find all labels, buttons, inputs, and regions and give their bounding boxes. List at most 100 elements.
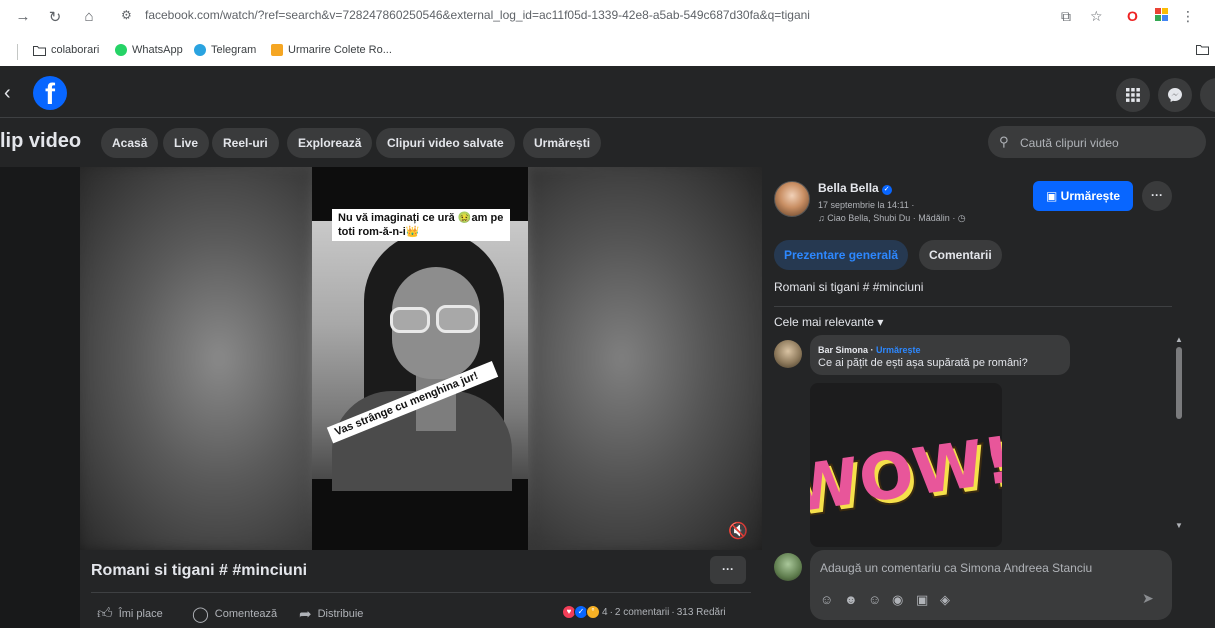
video-area: Nu vă imaginați ce ură 🤢am pe toti rom-ă… [0,167,762,550]
menu-icon[interactable]: ⋮ [1181,8,1195,25]
video-stats: ♥ ✓ ° 4 · 2 comentarii · 313 Redări [562,605,726,619]
comments-count[interactable]: 2 comentarii [615,607,669,618]
follow-button[interactable]: ▣ Urmărește [1033,181,1133,211]
forward-icon[interactable]: → [14,8,32,25]
nav-pill-acasa[interactable]: Acasă [101,128,159,158]
comments-scrollbar[interactable]: ▲ ▼ [1172,335,1186,531]
like-button[interactable]: 👍︎ Îmi place [97,605,163,623]
avatar-sticker-icon[interactable]: ☺ [820,592,833,607]
video-frame-image [312,221,528,491]
video-more-button[interactable]: ··· [710,556,746,584]
gif-caption: WOW! [810,423,1002,528]
messenger-icon[interactable] [1158,78,1192,112]
comment-composer[interactable]: ☺ ☻ ☺ ◉ ▣ ◈ ➤ [810,550,1172,620]
sticker-icon[interactable]: ◈ [940,592,950,608]
verified-badge-icon: ✓ [881,185,892,195]
comment-bubble: Bar Simona · Urmărește Ce ai pățit de eș… [810,335,1070,375]
scroll-up-icon[interactable]: ▲ [1175,335,1183,344]
commenter-follow-link[interactable]: Urmărește [876,345,921,355]
telegram-icon [194,44,206,56]
bookmark-urmarire-colete[interactable]: Urmarire Colete Ro... [271,44,392,56]
video-figure-glasses-left [390,307,430,333]
video-player[interactable]: Nu vă imaginați ce ură 🤢am pe toti rom-ă… [80,167,762,550]
bookmark-telegram[interactable]: Telegram [194,44,256,56]
package-icon [271,44,283,56]
extension-icon[interactable] [1155,8,1168,24]
menu-grid-icon[interactable] [1116,78,1150,112]
home-icon[interactable]: ⌂ [80,8,98,25]
current-user-avatar[interactable] [774,553,802,581]
post-more-button[interactable]: ··· [1142,181,1172,211]
post-date[interactable]: 17 septembrie la 14:11 · [818,200,914,210]
stats-separator: · [671,606,675,618]
whatsapp-icon [115,44,127,56]
comment-gif[interactable]: WOW! WOW! [810,383,1002,547]
nav-pill-saved-videos[interactable]: Clipuri video salvate [376,128,515,158]
author-avatar[interactable] [774,181,810,217]
author-name[interactable]: Bella Bella [818,181,879,195]
video-info-bar: Romani si tigani # #minciuni ··· 👍︎ Îmi … [80,550,762,628]
reactions-count[interactable]: 4 [602,607,608,618]
nav-pill-reels[interactable]: Reel-uri [212,128,279,158]
facebook-logo-icon[interactable]: f [33,76,67,111]
video-search[interactable]: ⚲ [988,126,1206,160]
bookmark-label: colaborari [51,44,100,56]
share-icon: ➦ [299,606,312,623]
opera-icon[interactable]: O [1127,8,1138,24]
comment-sort-dropdown[interactable]: Cele mai relevante ▾ [774,315,883,329]
wow-gif-image: WOW! WOW! [810,423,1002,533]
bookmark-colaborari[interactable]: colaborari [33,44,99,56]
browser-chrome: → ↻ ⌂ ⚙ facebook.com/watch/?ref=search&v… [0,0,1215,66]
commenter-name[interactable]: Bar Simona [818,345,868,355]
watch-navigation: lip video Acasă Live Reel-uri Explorează… [0,117,1215,168]
music-info[interactable]: ♫ Ciao Bella, Shubi Du · Mădălin · ◷ [818,213,966,224]
share-label: Distribuie [317,608,364,620]
url-text[interactable]: facebook.com/watch/?ref=search&v=7282478… [145,8,810,22]
divider [91,592,751,593]
video-title: Romani si tigani # #minciuni [91,562,308,579]
emoji-icon[interactable]: ☻ [844,592,858,607]
commenter-name-line: Bar Simona · Urmărește [818,345,921,355]
views-count: 313 Redări [676,606,726,618]
scroll-thumb[interactable] [1176,347,1182,419]
send-icon[interactable]: ➤ [1142,590,1154,607]
site-info-icon[interactable]: ⚙ [121,8,132,22]
follow-label: Urmărește [1060,189,1121,203]
facebook-header [0,66,1215,122]
search-icon: ⚲ [999,134,1009,149]
folder-icon [1196,45,1209,55]
bookmarks-separator [17,44,18,60]
comments-list: Bar Simona · Urmărește Ce ai pățit de eș… [762,335,1182,547]
back-icon[interactable]: ‹ [4,82,11,105]
nav-pill-urmaresti[interactable]: Urmărești [523,128,602,158]
install-app-icon[interactable]: ⧉ [1061,8,1071,25]
video-blur-right [528,167,762,550]
tab-comments[interactable]: Comentarii [919,240,1002,270]
bookmark-whatsapp[interactable]: WhatsApp [115,44,183,56]
all-bookmarks[interactable] [1196,44,1209,55]
smiley-icon[interactable]: ☺ [868,592,881,607]
comment-button[interactable]: ◯ Comentează [192,605,277,623]
folder-icon [33,45,46,56]
camera-icon[interactable]: ◉ [892,592,903,608]
bookmark-label: Urmarire Colete Ro... [288,44,392,56]
search-input[interactable] [1018,126,1202,160]
tab-overview[interactable]: Prezentare generală [774,240,909,270]
nav-pill-live[interactable]: Live [163,128,210,158]
bookmarks-bar: colaborari WhatsApp Telegram Urmarire Co… [0,38,1215,64]
video-blur-left [80,167,312,550]
commenter-avatar[interactable] [774,340,802,368]
reload-icon[interactable]: ↻ [46,8,64,26]
scroll-down-icon[interactable]: ▼ [1175,521,1183,530]
like-label: Îmi place [118,608,163,620]
gif-icon[interactable]: ▣ [916,592,928,608]
comment-icon: ◯ [192,606,209,623]
comment-input[interactable] [818,554,1162,582]
address-bar[interactable]: ⚙ facebook.com/watch/?ref=search&v=72824… [115,4,1200,26]
bookmark-star-icon[interactable]: ☆ [1090,8,1103,25]
author-name-wrap[interactable]: Bella Bella ✓ [818,181,892,195]
nav-pill-exploreaza[interactable]: Explorează [287,128,373,158]
share-button[interactable]: ➦ Distribuie [299,605,363,623]
thumbs-up-icon: 👍︎ [97,605,113,622]
mute-icon[interactable]: 🔇 [728,521,748,541]
